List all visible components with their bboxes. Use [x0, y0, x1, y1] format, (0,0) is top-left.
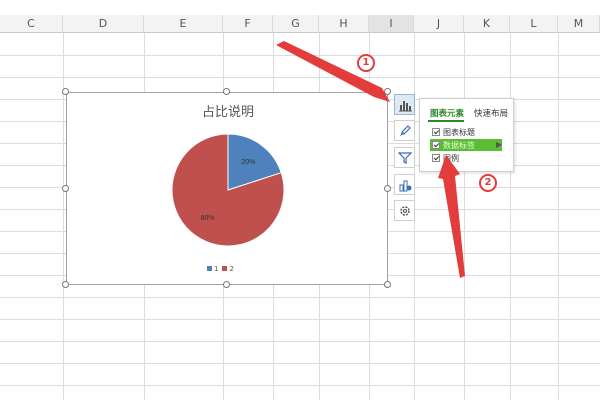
annotation-arrow-1 — [276, 41, 390, 102]
annotation-arrow-2 — [438, 155, 465, 278]
annotation-overlay — [276, 41, 465, 278]
annotation-badge-2: 2 — [479, 174, 497, 192]
annotation-badge-1: 1 — [357, 54, 375, 72]
